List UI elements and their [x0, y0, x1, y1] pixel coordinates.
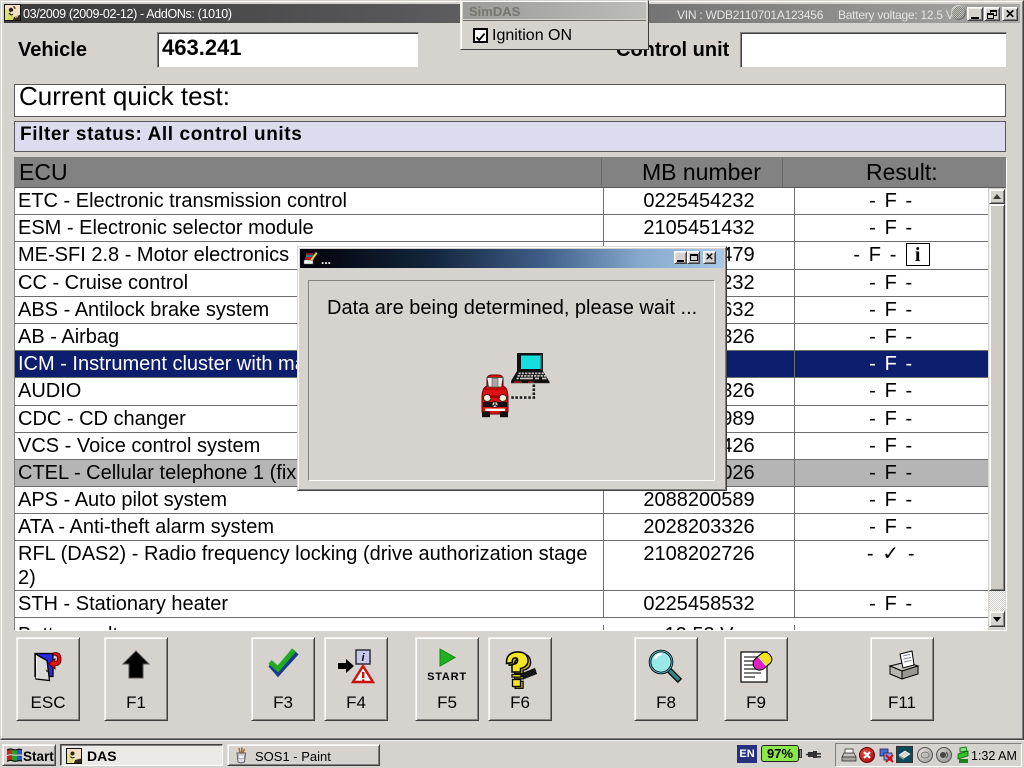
svg-text:START: START	[427, 671, 467, 683]
